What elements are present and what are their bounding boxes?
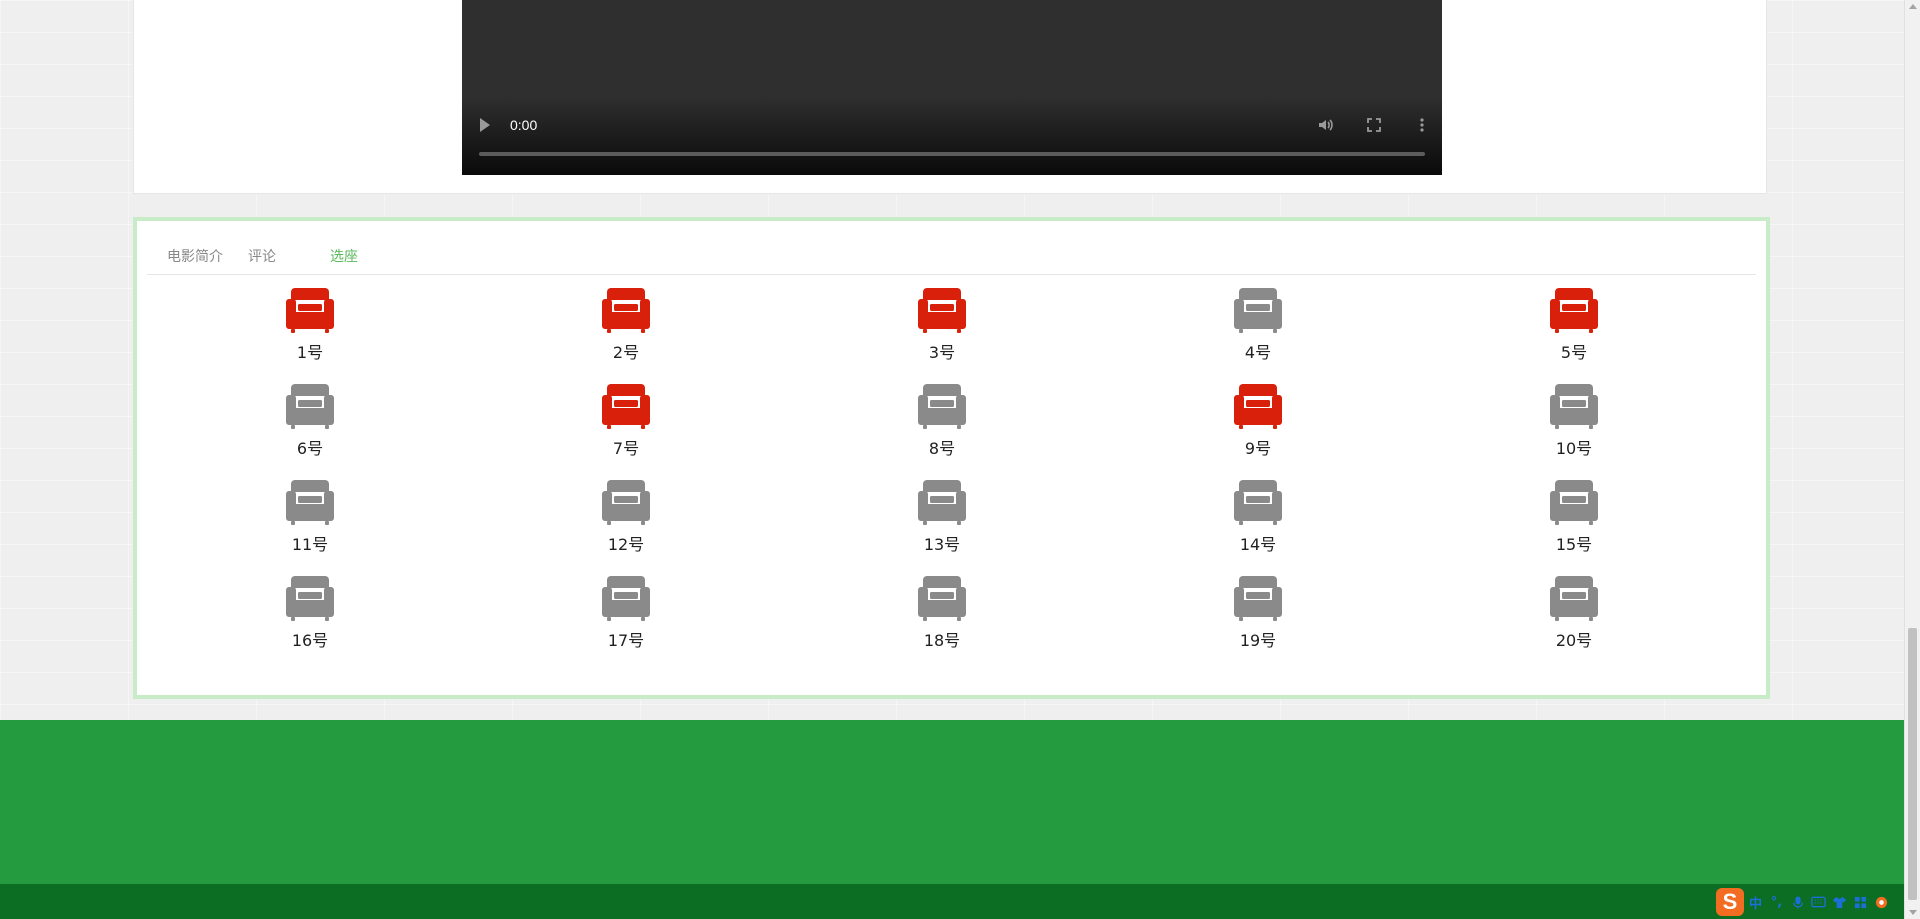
seat-label: 20号	[1555, 631, 1593, 650]
scroll-thumb[interactable]	[1908, 628, 1917, 900]
mic-icon[interactable]	[1788, 891, 1807, 913]
ime-punctuation-mode[interactable]: °,	[1767, 891, 1786, 913]
seat-label: 2号	[612, 343, 640, 362]
seat-6[interactable]: 6号	[152, 382, 468, 478]
seat-label: 8号	[928, 439, 956, 458]
seat-8[interactable]: 8号	[784, 382, 1100, 478]
more-vertical-icon[interactable]	[1413, 116, 1431, 134]
footer-bottom-bar	[0, 884, 1920, 919]
seat-18[interactable]: 18号	[784, 574, 1100, 670]
seat-3[interactable]: 3号	[784, 286, 1100, 382]
seat-label: 7号	[612, 439, 640, 458]
seat-label: 5号	[1560, 343, 1588, 362]
seat-label: 18号	[923, 631, 961, 650]
seat-label: 6号	[296, 439, 324, 458]
seat-label: 19号	[1239, 631, 1277, 650]
video-player[interactable]: 0:00	[462, 0, 1442, 175]
seat-11[interactable]: 11号	[152, 478, 468, 574]
seat-15[interactable]: 15号	[1416, 478, 1732, 574]
seat-label: 13号	[923, 535, 961, 554]
armchair-icon	[917, 574, 967, 622]
seat-5[interactable]: 5号	[1416, 286, 1732, 382]
tab-bar: 电影简介 评论 选座	[147, 221, 1756, 275]
armchair-icon	[601, 478, 651, 526]
video-progress-bar[interactable]	[479, 152, 1425, 156]
shirt-icon[interactable]	[1830, 891, 1849, 913]
seat-20[interactable]: 20号	[1416, 574, 1732, 670]
armchair-icon	[285, 478, 335, 526]
volume-icon[interactable]	[1317, 116, 1335, 134]
tab-comments[interactable]: 评论	[248, 246, 276, 266]
settings-icon[interactable]	[1872, 891, 1891, 913]
sogou-ime-logo[interactable]: S	[1716, 888, 1744, 916]
seat-label: 15号	[1555, 535, 1593, 554]
page-scrollbar[interactable]	[1904, 0, 1920, 919]
seat-17[interactable]: 17号	[468, 574, 784, 670]
armchair-icon	[917, 478, 967, 526]
play-icon[interactable]	[480, 118, 490, 132]
seat-label: 4号	[1244, 343, 1272, 362]
scroll-down-icon[interactable]	[1909, 910, 1917, 915]
armchair-icon	[917, 286, 967, 334]
seat-selection-panel: 电影简介 评论 选座 1号 2号 3号 4号 5号 6号 7号 8号 9号 10号 11号 12号 13…	[133, 217, 1770, 699]
seat-label: 14号	[1239, 535, 1277, 554]
armchair-icon	[1549, 286, 1599, 334]
seat-9[interactable]: 9号	[1100, 382, 1416, 478]
armchair-icon	[601, 382, 651, 430]
armchair-icon	[601, 286, 651, 334]
armchair-icon	[601, 574, 651, 622]
video-time: 0:00	[510, 117, 538, 133]
ime-chinese-mode[interactable]: 中	[1746, 891, 1765, 913]
ime-toolbar: S 中 °,	[1716, 888, 1904, 916]
seat-19[interactable]: 19号	[1100, 574, 1416, 670]
seat-4[interactable]: 4号	[1100, 286, 1416, 382]
scroll-up-icon[interactable]	[1909, 4, 1917, 9]
armchair-icon	[1233, 382, 1283, 430]
seat-grid: 1号 2号 3号 4号 5号 6号 7号 8号 9号 10号 11号 12号 13号 14号 15号 16号 1…	[137, 286, 1781, 670]
armchair-icon	[917, 382, 967, 430]
tab-movie-intro[interactable]: 电影简介	[167, 246, 223, 266]
seat-12[interactable]: 12号	[468, 478, 784, 574]
seat-10[interactable]: 10号	[1416, 382, 1732, 478]
video-panel: 0:00	[133, 0, 1767, 194]
seat-2[interactable]: 2号	[468, 286, 784, 382]
armchair-icon	[1549, 574, 1599, 622]
seat-label: 9号	[1244, 439, 1272, 458]
seat-14[interactable]: 14号	[1100, 478, 1416, 574]
grid-icon[interactable]	[1851, 891, 1870, 913]
armchair-icon	[1233, 478, 1283, 526]
armchair-icon	[1233, 574, 1283, 622]
seat-label: 1号	[296, 343, 324, 362]
seat-1[interactable]: 1号	[152, 286, 468, 382]
seat-16[interactable]: 16号	[152, 574, 468, 670]
seat-label: 11号	[291, 535, 329, 554]
seat-label: 16号	[291, 631, 329, 650]
seat-13[interactable]: 13号	[784, 478, 1100, 574]
armchair-icon	[285, 574, 335, 622]
keyboard-icon[interactable]	[1809, 891, 1828, 913]
armchair-icon	[285, 286, 335, 334]
armchair-icon	[285, 382, 335, 430]
footer	[0, 720, 1920, 884]
armchair-icon	[1549, 478, 1599, 526]
fullscreen-icon[interactable]	[1365, 116, 1383, 134]
armchair-icon	[1233, 286, 1283, 334]
seat-label: 17号	[607, 631, 645, 650]
seat-label: 3号	[928, 343, 956, 362]
armchair-icon	[1549, 382, 1599, 430]
tab-seat-selection[interactable]: 选座	[330, 246, 358, 266]
seat-label: 12号	[607, 535, 645, 554]
seat-7[interactable]: 7号	[468, 382, 784, 478]
seat-label: 10号	[1555, 439, 1593, 458]
